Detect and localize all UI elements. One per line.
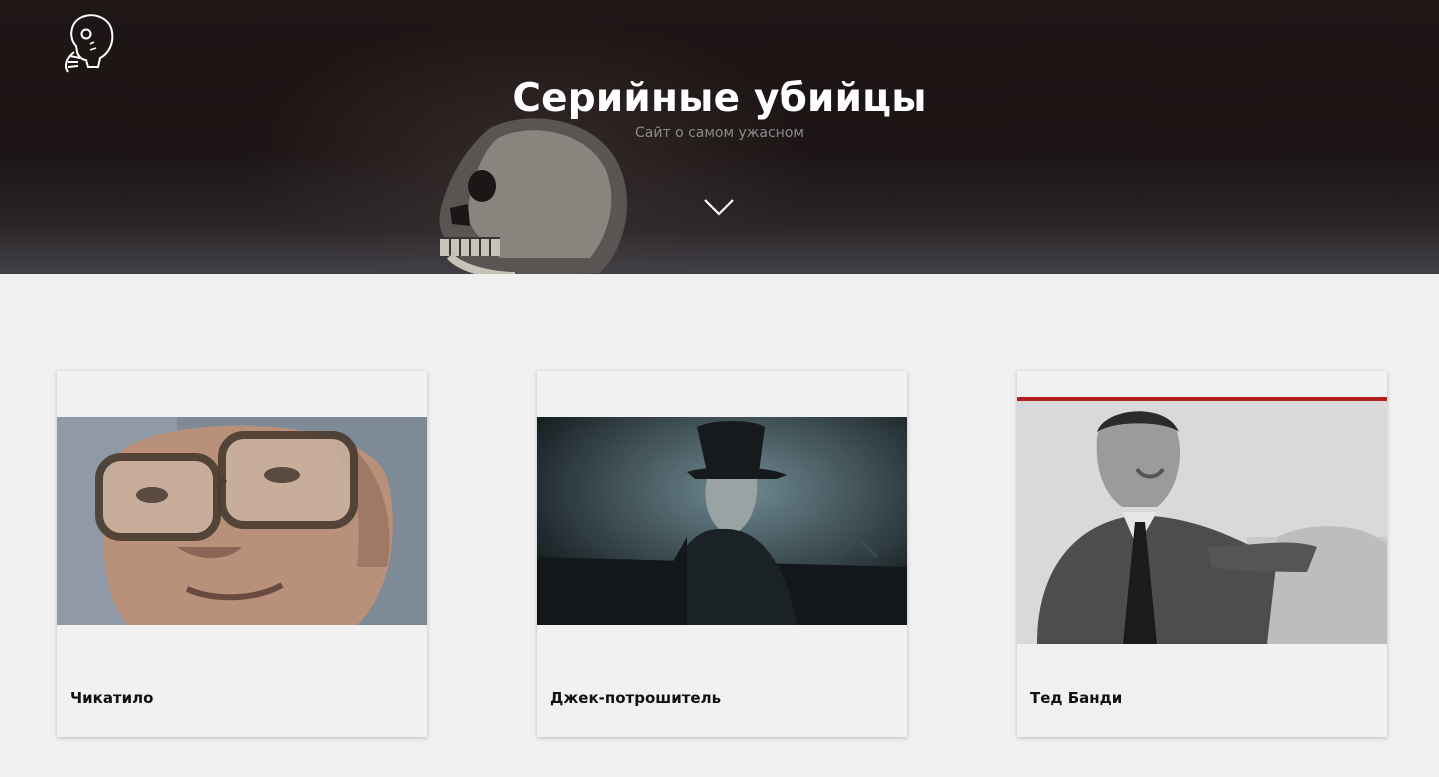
card-jack-the-ripper[interactable]: Джек-потрошитель: [537, 371, 907, 737]
hero-floor-shading: [0, 232, 1439, 274]
page-title: Серийные убийцы: [512, 76, 927, 121]
top-hat-figure-photo: [537, 417, 907, 625]
page-subtitle: Сайт о самом ужасном: [635, 125, 804, 141]
card-chikatilo[interactable]: Чикатило: [57, 371, 427, 737]
card-title: Чикатило: [70, 689, 154, 707]
portrait-with-glasses-photo: [57, 417, 427, 625]
card-title: Тед Банди: [1030, 689, 1123, 707]
black-and-white-portrait-photo: [1017, 397, 1387, 644]
card-ted-bundy[interactable]: Тед Банди: [1017, 371, 1387, 737]
killers-card-grid: Чикатило Джек-потрошитель Тед Банди: [0, 371, 1439, 738]
chevron-down-icon[interactable]: [702, 196, 736, 218]
skull-hand-icon[interactable]: [60, 12, 118, 74]
card-title: Джек-потрошитель: [550, 689, 722, 707]
hero-banner: Серийные убийцы Сайт о самом ужасном: [0, 0, 1439, 274]
